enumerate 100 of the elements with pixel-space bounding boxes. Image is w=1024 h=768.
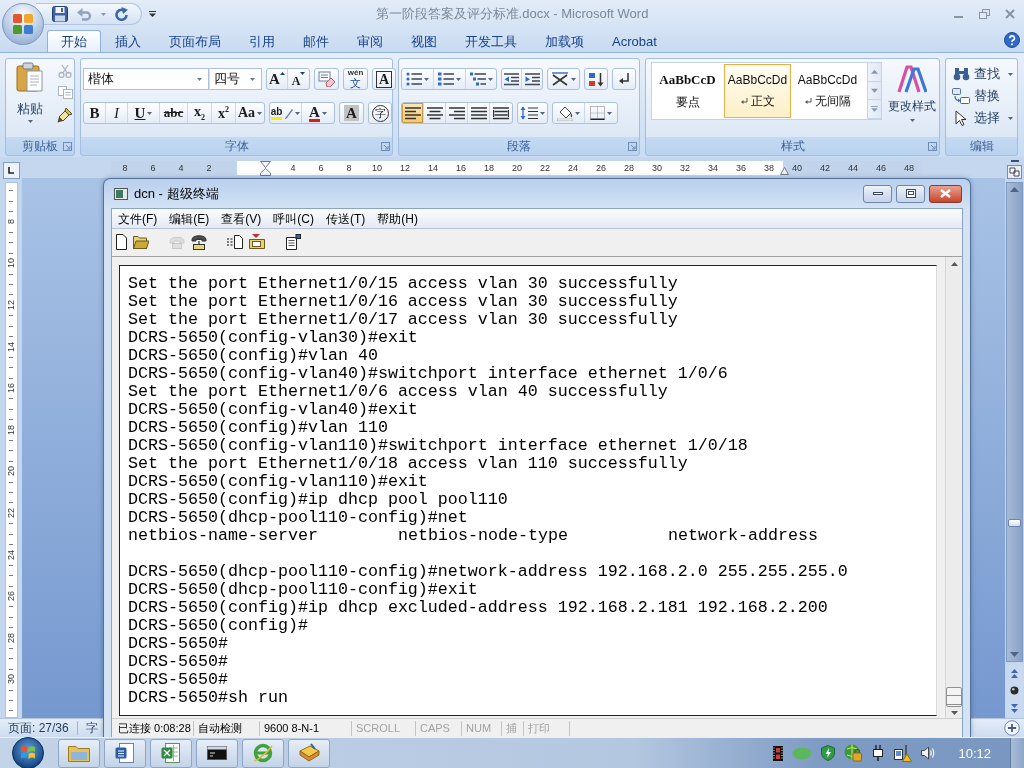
speaker-icon[interactable] xyxy=(921,746,936,760)
close-icon[interactable] xyxy=(1005,9,1015,19)
character-shading-button[interactable]: A xyxy=(339,102,364,124)
align-button[interactable] xyxy=(468,103,490,123)
dots-page-icon[interactable] xyxy=(227,234,243,249)
font-color-button[interactable]: A xyxy=(302,103,334,123)
underline-button[interactable]: U xyxy=(128,103,160,123)
ribbon-tab[interactable]: 插入 xyxy=(101,30,155,52)
scroll-down-icon[interactable] xyxy=(950,711,958,715)
caret-icon[interactable] xyxy=(149,11,156,17)
indent-marker-icon[interactable] xyxy=(780,166,789,175)
style-item[interactable]: AaBbCcDd 正文 xyxy=(724,64,791,118)
double-up-icon[interactable] xyxy=(1011,669,1018,679)
zoom-in-icon[interactable] xyxy=(1004,720,1020,736)
asian-layout-button[interactable] xyxy=(547,68,580,90)
ruler-number: 20 xyxy=(512,161,522,175)
scroll-thumb[interactable] xyxy=(946,687,962,707)
font-size-field[interactable]: 四号 xyxy=(209,68,262,90)
globe-lock-icon[interactable] xyxy=(844,744,863,762)
caret-icon xyxy=(456,77,461,81)
style-item[interactable]: AaBbCcD 要点 xyxy=(654,64,721,118)
handset-icon[interactable] xyxy=(191,233,207,250)
change-styles-button[interactable]: 更改样式 xyxy=(886,62,938,138)
phonetic-guide-button[interactable]: wén 文 xyxy=(343,68,368,90)
paste-button[interactable]: 粘贴 xyxy=(12,61,48,138)
ribbon-tab[interactable]: 视图 xyxy=(397,30,451,52)
save-icon[interactable] xyxy=(52,6,68,22)
align-button[interactable] xyxy=(424,103,446,123)
ribbon-tab[interactable]: 引用 xyxy=(235,30,289,52)
double-down-icon[interactable] xyxy=(1011,703,1018,713)
line-spacing-button[interactable] xyxy=(517,102,548,124)
ribbon-tab[interactable]: 邮件 xyxy=(289,30,343,52)
character-border-button[interactable]: A xyxy=(372,68,396,90)
window-title: dcn - 超级终端 xyxy=(134,184,219,203)
redo-icon[interactable] xyxy=(115,7,129,21)
italic-button[interactable]: I xyxy=(106,103,128,123)
ruler-toggle-icon[interactable] xyxy=(1007,165,1022,179)
scroll-up-icon[interactable] xyxy=(950,262,958,266)
scroll-up-icon[interactable] xyxy=(1010,187,1019,192)
status-text: 页面: 27/36 xyxy=(8,719,69,737)
folder-arrow-icon[interactable] xyxy=(249,234,265,249)
menu-item[interactable]: 查看(V) xyxy=(215,209,268,228)
sort-button[interactable] xyxy=(584,68,608,90)
scroll-thumb[interactable] xyxy=(1008,519,1021,527)
checklist-icon[interactable] xyxy=(285,233,301,250)
network-warning-icon[interactable] xyxy=(894,744,913,762)
brush-icon[interactable] xyxy=(57,107,73,123)
ribbon-tab[interactable]: 审阅 xyxy=(343,30,397,52)
shrink-font-button[interactable]: A xyxy=(288,69,309,89)
taskbar-button[interactable] xyxy=(104,738,146,768)
close-button[interactable] xyxy=(929,184,962,203)
page-icon[interactable] xyxy=(116,233,127,250)
binoculars-icon xyxy=(952,67,970,81)
ribbon-tab[interactable]: 加载项 xyxy=(531,30,598,52)
menu-item[interactable]: 帮助(H) xyxy=(371,209,424,228)
enclosed-character-button[interactable]: 字 xyxy=(368,102,392,124)
restore-icon[interactable] xyxy=(979,9,990,19)
shield-icon[interactable] xyxy=(821,745,836,761)
help-icon[interactable] xyxy=(1004,32,1020,48)
ribbon-tab[interactable]: 开始 xyxy=(47,30,101,52)
clear-format-button[interactable] xyxy=(314,68,339,90)
change-case-button[interactable]: Aa xyxy=(236,103,264,123)
menu-item[interactable]: 编辑(E) xyxy=(163,209,216,228)
taskbar-button[interactable] xyxy=(196,738,238,768)
minimize-button[interactable] xyxy=(863,184,892,203)
grow-font-button[interactable]: A xyxy=(267,69,288,89)
start-orb-icon[interactable] xyxy=(11,737,45,768)
terminal-line: DCRS-5650(config-vlan40)#exit xyxy=(128,401,418,419)
highlight-button[interactable]: ab xyxy=(270,103,302,123)
dot-icon[interactable] xyxy=(1010,686,1019,696)
caret-icon xyxy=(147,111,153,115)
menu-item[interactable]: 文件(F) xyxy=(112,209,164,228)
show-marks-button[interactable] xyxy=(612,68,636,90)
bold-button[interactable]: B xyxy=(84,103,106,123)
plug-icon[interactable] xyxy=(871,745,886,761)
ruler-number: 18 xyxy=(6,423,16,436)
menu-item[interactable]: 呼叫(C) xyxy=(267,209,320,228)
indent-marker-icon[interactable] xyxy=(259,160,271,176)
decrease-indent-button[interactable] xyxy=(502,69,522,89)
font-name-field[interactable]: 楷体 xyxy=(83,68,209,90)
superscript-button[interactable]: x$^{2}$ xyxy=(212,103,236,123)
folder-icon[interactable] xyxy=(133,234,149,249)
scroll-down-icon[interactable] xyxy=(1010,652,1019,657)
ribbon-tab[interactable]: Acrobat xyxy=(598,30,671,52)
minimize-icon xyxy=(872,192,883,195)
align-button[interactable] xyxy=(446,103,468,123)
maximize-button[interactable] xyxy=(896,184,925,203)
editing-command[interactable]: 选择 xyxy=(952,109,1017,127)
tab-stop-icon[interactable] xyxy=(2,162,20,179)
ruler-number: 6 xyxy=(150,161,156,175)
align-button[interactable] xyxy=(402,103,424,123)
strikethrough-button[interactable]: abc xyxy=(160,103,188,123)
subscript-button[interactable]: x$_{2}$ xyxy=(188,103,212,123)
menu-item[interactable]: 传送(T) xyxy=(320,209,372,228)
ribbon-tab[interactable]: 开发工具 xyxy=(451,30,531,52)
editing-command[interactable]: 查找 xyxy=(952,65,1017,83)
ribbon-tab[interactable]: 页面布局 xyxy=(155,30,235,52)
film-strip-icon[interactable] xyxy=(773,745,784,761)
style-item[interactable]: AaBbCcDd 无间隔 xyxy=(794,64,861,118)
editing-command[interactable]: 替换 xyxy=(952,87,1017,105)
